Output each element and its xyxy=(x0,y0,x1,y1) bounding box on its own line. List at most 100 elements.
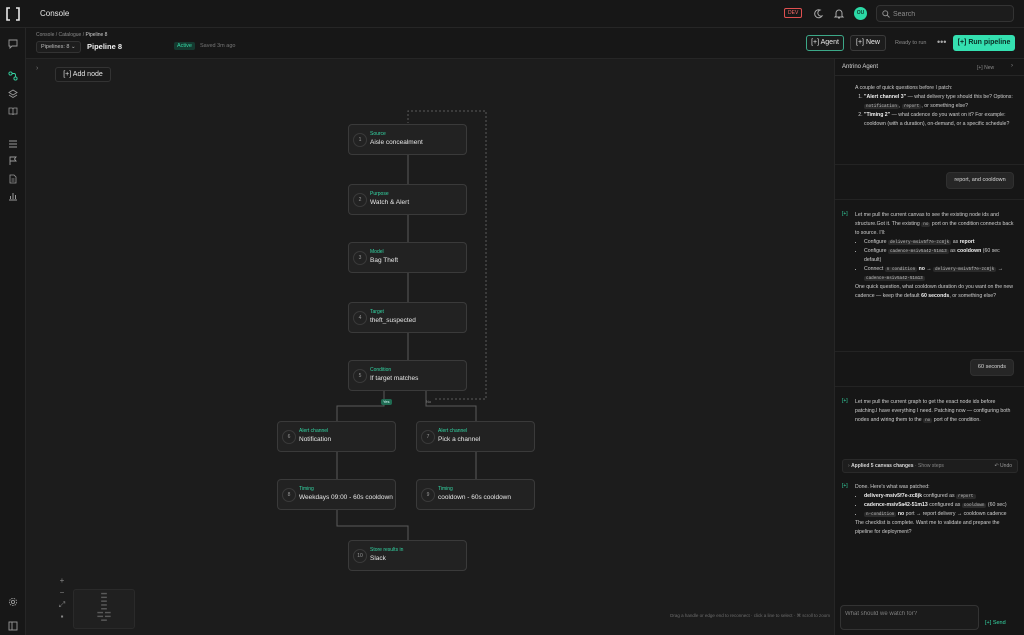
message-text: Done. Here's what was patched: xyxy=(855,484,930,490)
node-model[interactable]: 3 Model Bag Theft xyxy=(348,242,467,273)
search-box[interactable] xyxy=(876,5,1014,22)
node-target[interactable]: 4 Target theft_suspected xyxy=(348,302,467,333)
node-number: 4 xyxy=(353,311,367,325)
bracket-plus-icon: [+] xyxy=(977,65,983,71)
show-steps-link[interactable]: · Show steps xyxy=(915,463,944,469)
chevron-right-icon: › xyxy=(848,463,850,469)
undo-button[interactable]: ↶ Undo xyxy=(994,460,1012,472)
user-message: report, and cooldown xyxy=(946,172,1014,189)
composer[interactable] xyxy=(840,605,979,630)
applied-changes-row[interactable]: › Applied 5 canvas changes · Show steps … xyxy=(842,459,1018,473)
applied-label: Applied 5 canvas changes xyxy=(851,463,914,469)
node-alert-notification[interactable]: 6 Alert channel Notification xyxy=(277,421,396,452)
document-icon[interactable] xyxy=(8,174,18,184)
agent-icon: [+] xyxy=(811,39,820,46)
agent-header: Antrino Agent [+] New › xyxy=(835,59,1024,76)
composer-input[interactable] xyxy=(845,608,973,620)
node-timing-weekdays[interactable]: 8 Timing Weekdays 09:00 - 60s cooldown xyxy=(277,479,396,510)
settings-icon[interactable] xyxy=(8,597,18,607)
saved-status: Saved 3m ago xyxy=(200,43,236,49)
more-menu-button[interactable]: ••• xyxy=(937,37,946,47)
undo-icon: ↶ xyxy=(994,463,999,469)
agent-button[interactable]: [+] Agent xyxy=(806,35,844,51)
breadcrumb-console[interactable]: Console xyxy=(36,32,54,38)
node-number: 8 xyxy=(282,488,296,502)
agent-message-2: Let me pull the current canvas to see th… xyxy=(855,211,1018,301)
node-number: 10 xyxy=(353,549,367,563)
list-icon[interactable] xyxy=(8,139,18,149)
node-number: 7 xyxy=(421,430,435,444)
bracket-plus-icon: [+] xyxy=(957,39,967,46)
agent-marker-icon: [+] xyxy=(842,398,848,404)
node-number: 6 xyxy=(282,430,296,444)
list-item: delivery-msiv5f7e-zc8jk configured as re… xyxy=(864,492,1018,501)
node-label: Watch & Alert xyxy=(370,199,410,206)
agent-title: Antrino Agent xyxy=(842,64,879,70)
node-number: 2 xyxy=(353,193,367,207)
pipeline-canvas[interactable]: › [+] Add node Yes No 1 Source Aisle con… xyxy=(26,59,834,635)
divider xyxy=(835,386,1024,387)
node-label: Bag Theft xyxy=(370,257,399,264)
node-number: 5 xyxy=(353,369,367,383)
divider xyxy=(835,199,1024,200)
bell-icon[interactable] xyxy=(833,8,845,20)
user-message: 60 seconds xyxy=(970,359,1014,376)
agent-new-chat-button[interactable]: [+] New xyxy=(977,65,994,71)
question-list: "Alert channel 3" — what delivery type s… xyxy=(855,93,1017,129)
fit-view-icon[interactable]: ⤢ xyxy=(56,600,68,612)
node-type: Alert channel xyxy=(438,428,468,434)
patch-list: delivery-msiv5f7e-zc8jk configured as re… xyxy=(855,492,1018,519)
send-button[interactable]: [+] Send xyxy=(985,620,1006,626)
chart-icon[interactable] xyxy=(8,191,18,201)
node-alert-pick[interactable]: 7 Alert channel Pick a channel xyxy=(416,421,535,452)
edge-yes-label: Yes xyxy=(381,399,392,405)
node-type: Purpose xyxy=(370,191,389,197)
node-number: 1 xyxy=(353,133,367,147)
node-condition[interactable]: 5 Condition If target matches xyxy=(348,360,467,391)
lock-icon[interactable]: ▪ xyxy=(56,612,68,624)
node-store-slack[interactable]: 10 Store results in Slack xyxy=(348,540,467,571)
logo-icon[interactable] xyxy=(5,6,21,22)
app-title: Console xyxy=(40,9,70,18)
env-badge: DEV xyxy=(784,8,803,18)
new-button[interactable]: [+] New xyxy=(850,35,886,51)
list-item: "Timing 2" — what cadence do you want on… xyxy=(864,111,1017,129)
zoom-out-icon[interactable]: − xyxy=(56,588,68,600)
divider xyxy=(835,351,1024,352)
pipeline-icon[interactable] xyxy=(8,71,18,81)
node-purpose[interactable]: 2 Purpose Watch & Alert xyxy=(348,184,467,215)
agent-marker-icon: [+] xyxy=(842,483,848,489)
node-source[interactable]: 1 Source Aisle concealment xyxy=(348,124,467,155)
edge-yes[interactable] xyxy=(336,391,385,421)
edge-no-7[interactable] xyxy=(425,391,477,421)
agent-message-3: Let me pull the current graph to get the… xyxy=(855,399,1011,423)
bracket-plus-icon: [+] xyxy=(856,39,864,46)
book-icon[interactable] xyxy=(8,106,18,116)
node-label: theft_suspected xyxy=(370,317,416,324)
edge-8-10[interactable] xyxy=(336,510,409,540)
breadcrumb-catalogue[interactable]: Catalogue xyxy=(59,32,82,38)
panel-icon[interactable] xyxy=(8,621,18,631)
zoom-in-icon[interactable]: + xyxy=(56,576,68,588)
message-text: Let me pull the current canvas to see th… xyxy=(855,212,1014,236)
page-title: Pipeline 8 xyxy=(87,42,123,51)
left-rail xyxy=(0,28,26,635)
edge-no-label: No xyxy=(426,399,432,404)
flag-icon[interactable] xyxy=(8,156,18,166)
layers-icon[interactable] xyxy=(8,89,18,99)
list-item: Connect n condition no → delivery-msiv5f… xyxy=(864,265,1018,283)
avatar[interactable]: OU xyxy=(854,7,867,20)
search-input[interactable] xyxy=(893,8,1003,20)
agent-message-1: A couple of quick questions before I pat… xyxy=(855,84,1017,129)
chevron-right-icon[interactable]: › xyxy=(1011,63,1013,69)
chat-icon[interactable] xyxy=(8,39,18,49)
node-type: Model xyxy=(370,249,384,255)
breadcrumb: Console / Catalogue / Pipeline 8 xyxy=(36,32,108,38)
run-pipeline-button[interactable]: [+] Run pipeline xyxy=(953,35,1015,51)
moon-icon[interactable] xyxy=(812,8,824,20)
minimap[interactable] xyxy=(73,589,135,629)
pipeline-header: Console / Catalogue / Pipeline 8 Pipelin… xyxy=(26,28,1024,59)
node-type: Store results in xyxy=(370,547,404,553)
node-timing-cooldown[interactable]: 9 Timing cooldown - 60s cooldown xyxy=(416,479,535,510)
pipelines-select[interactable]: Pipelines: 8 ⌄ xyxy=(36,41,81,53)
